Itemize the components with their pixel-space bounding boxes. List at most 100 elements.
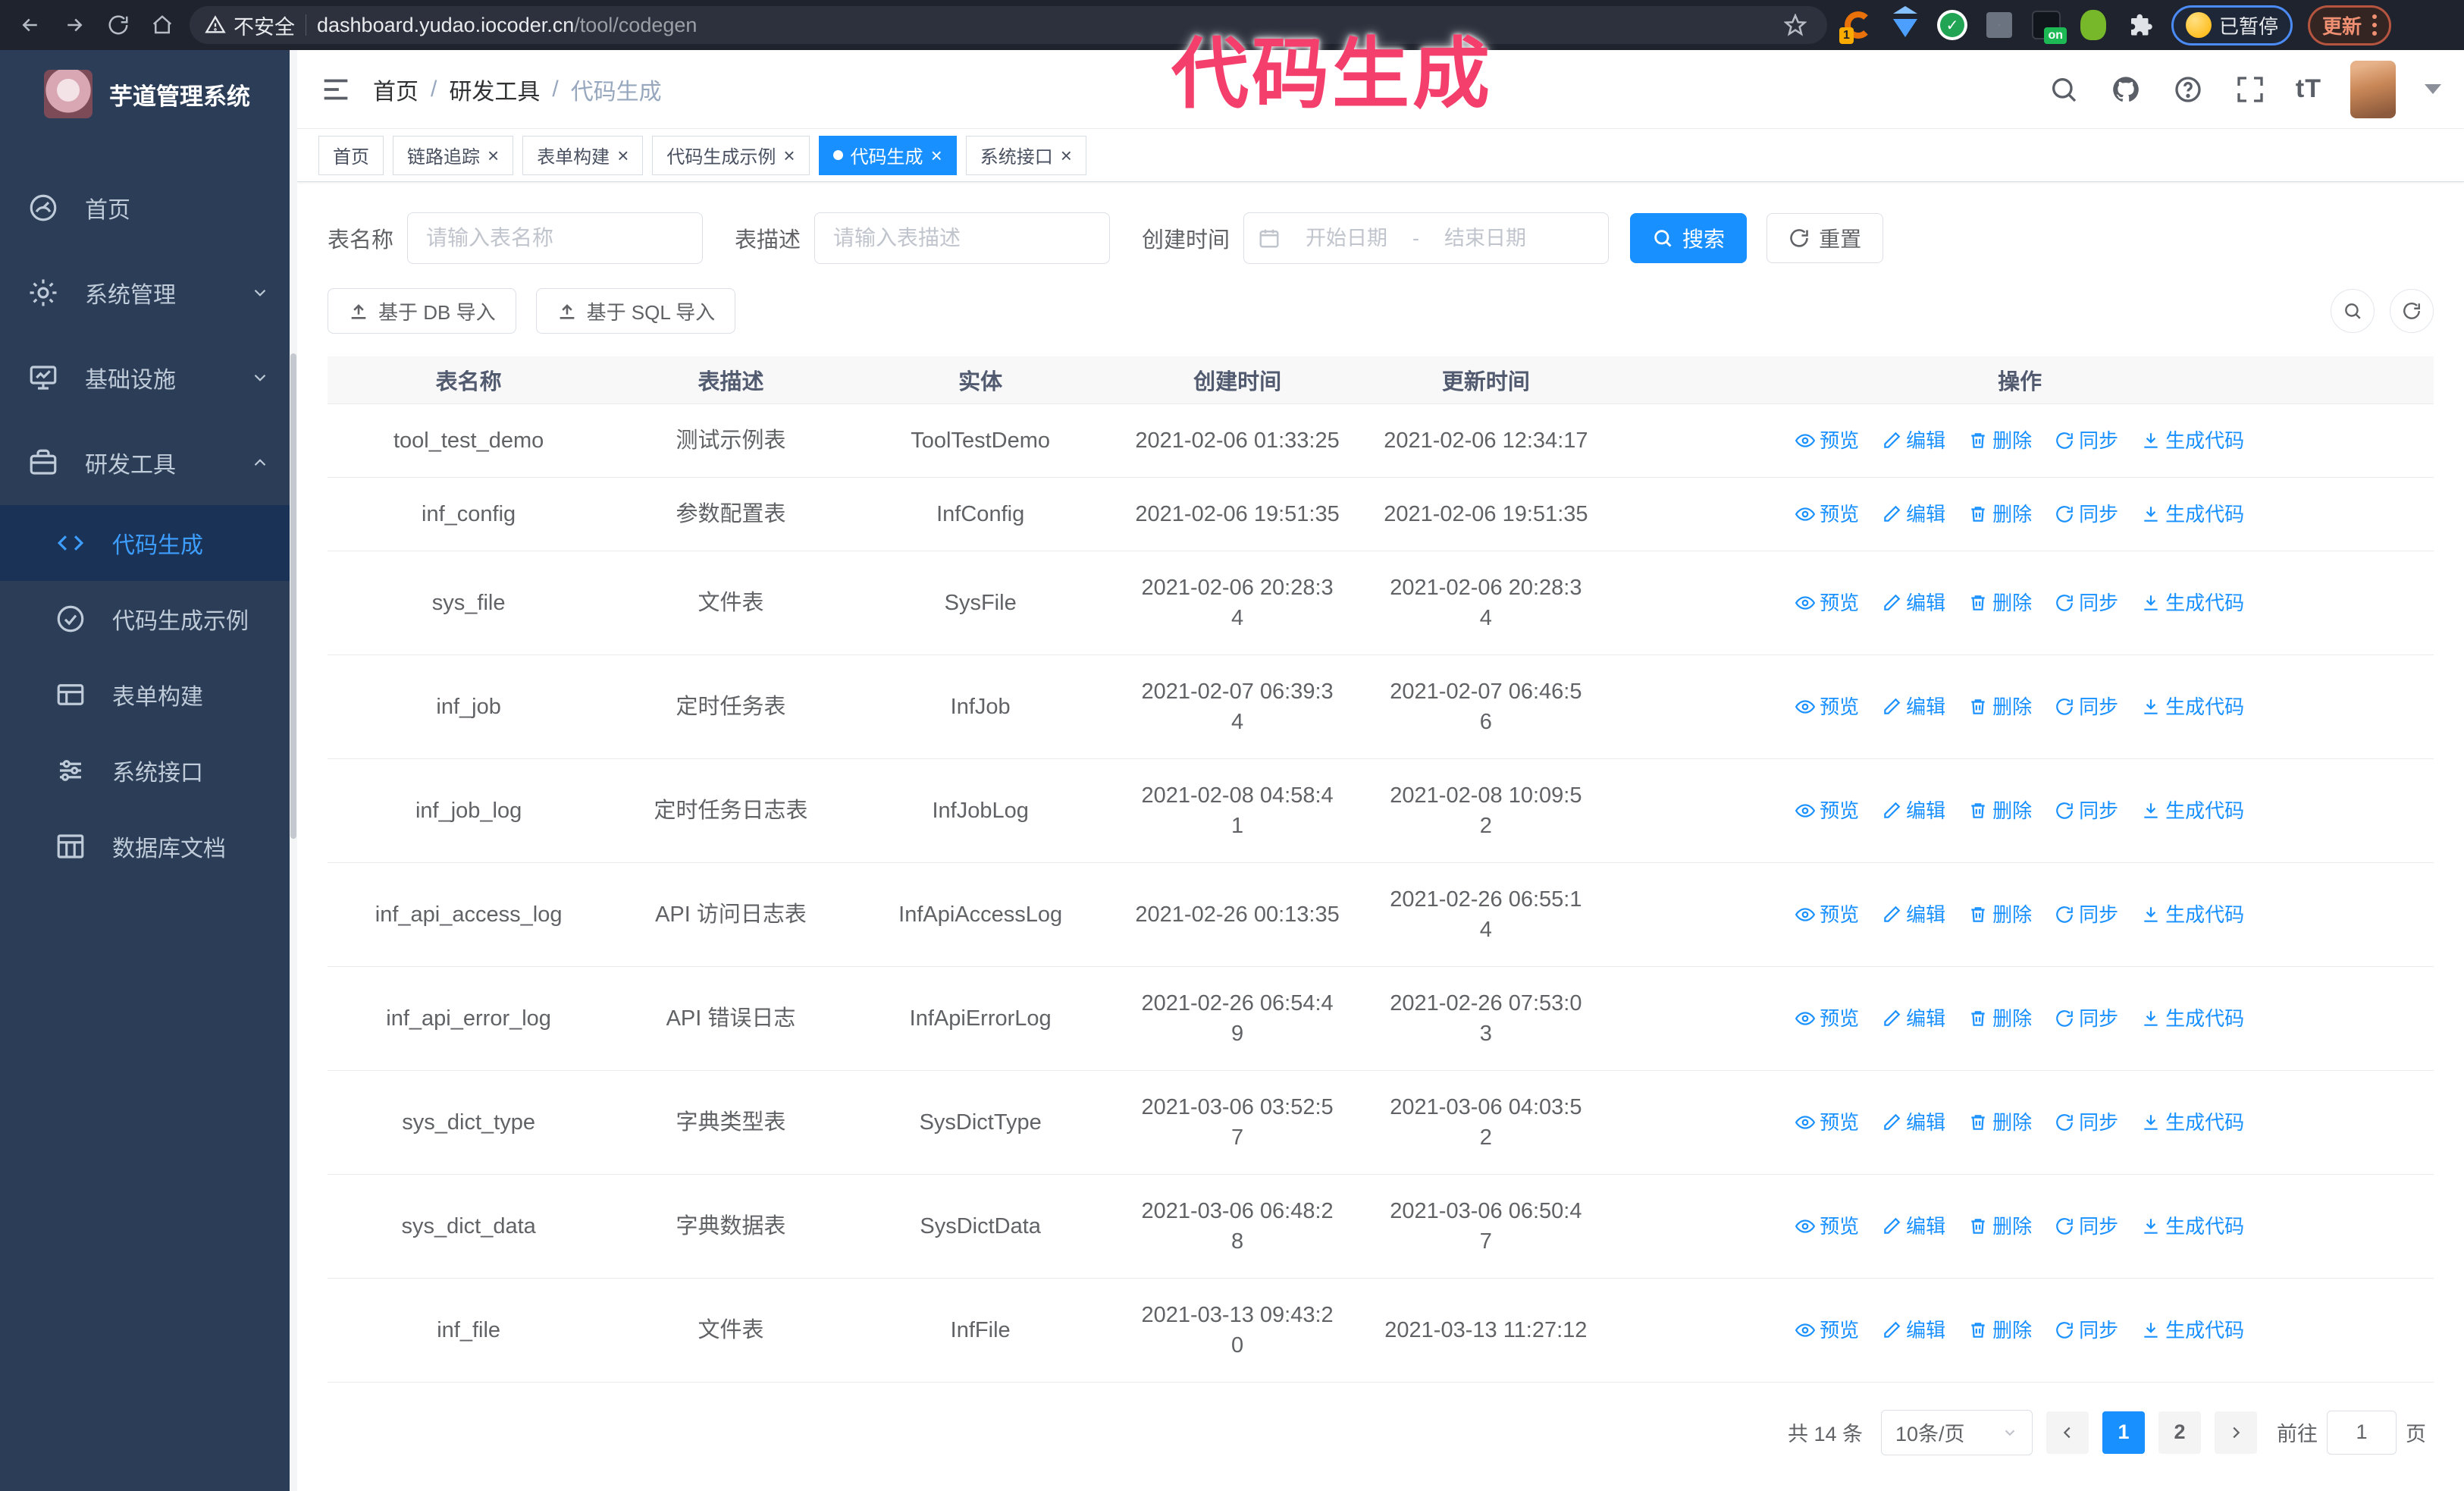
sidebar-item-codegen[interactable]: 代码生成 (0, 505, 297, 581)
edit-link[interactable]: 编辑 (1882, 1107, 1945, 1138)
refresh-table-button[interactable] (2390, 289, 2434, 333)
delete-link[interactable]: 删除 (1968, 1211, 2032, 1241)
breadcrumb-home[interactable]: 首页 (373, 73, 419, 106)
help-icon[interactable] (2171, 73, 2205, 106)
sidebar-item-db-doc[interactable]: 数据库文档 (0, 808, 297, 884)
user-avatar[interactable] (2350, 60, 2396, 118)
preview-link[interactable]: 预览 (1795, 588, 1859, 618)
extension-grid-icon[interactable] (1983, 9, 2015, 41)
sync-link[interactable]: 同步 (2055, 1003, 2118, 1034)
sync-link[interactable]: 同步 (2055, 1107, 2118, 1138)
page-1-button[interactable]: 1 (2102, 1411, 2145, 1454)
sidebar-item-system-api[interactable]: 系统接口 (0, 733, 297, 808)
sidebar-scrollbar-thumb[interactable] (290, 353, 296, 839)
sync-link[interactable]: 同步 (2055, 499, 2118, 529)
tab-codegen[interactable]: 代码生成 × (818, 135, 957, 175)
preview-link[interactable]: 预览 (1795, 425, 1859, 456)
close-icon[interactable]: × (783, 146, 795, 165)
sidebar-item-devtools[interactable]: 研发工具 (0, 420, 297, 505)
sidebar-scrollbar[interactable] (290, 50, 297, 1491)
import-sql-button[interactable]: 基于 SQL 导入 (535, 288, 736, 334)
bookmark-star-icon[interactable] (1779, 8, 1812, 42)
sync-link[interactable]: 同步 (2055, 899, 2118, 930)
delete-link[interactable]: 删除 (1968, 899, 2032, 930)
sync-link[interactable]: 同步 (2055, 588, 2118, 618)
preview-link[interactable]: 预览 (1795, 1211, 1859, 1241)
close-icon[interactable]: × (487, 146, 499, 165)
sidebar-logo-row[interactable]: 芋道管理系统 (0, 50, 297, 138)
sync-link[interactable]: 同步 (2055, 796, 2118, 826)
date-range-picker[interactable]: - (1243, 212, 1610, 264)
kebab-menu-icon[interactable] (2372, 14, 2378, 36)
delete-link[interactable]: 删除 (1968, 1003, 2032, 1034)
start-date-input[interactable] (1290, 226, 1404, 250)
sidebar-item-system[interactable]: 系统管理 (0, 250, 297, 335)
edit-link[interactable]: 编辑 (1882, 796, 1945, 826)
generate-code-link[interactable]: 生成代码 (2141, 425, 2244, 456)
extensions-puzzle-icon[interactable] (2124, 9, 2156, 41)
sidebar-item-codegen-demo[interactable]: 代码生成示例 (0, 581, 297, 657)
edit-link[interactable]: 编辑 (1882, 425, 1945, 456)
generate-code-link[interactable]: 生成代码 (2141, 1107, 2244, 1138)
reload-icon[interactable] (102, 8, 135, 42)
sync-link[interactable]: 同步 (2055, 692, 2118, 722)
search-icon[interactable] (2047, 73, 2080, 106)
generate-code-link[interactable]: 生成代码 (2141, 499, 2244, 529)
generate-code-link[interactable]: 生成代码 (2141, 899, 2244, 930)
tab-form-builder[interactable]: 表单构建 × (522, 135, 644, 175)
import-db-button[interactable]: 基于 DB 导入 (328, 288, 516, 334)
table-desc-input[interactable] (814, 212, 1111, 264)
search-button[interactable]: 搜索 (1630, 213, 1748, 263)
extension-dark-icon[interactable]: on (2030, 9, 2067, 44)
tab-home[interactable]: 首页 (318, 135, 384, 175)
preview-link[interactable]: 预览 (1795, 692, 1859, 722)
delete-link[interactable]: 删除 (1968, 588, 2032, 618)
generate-code-link[interactable]: 生成代码 (2141, 692, 2244, 722)
preview-link[interactable]: 预览 (1795, 1003, 1859, 1034)
tab-tracing[interactable]: 链路追踪 × (393, 135, 514, 175)
home-icon[interactable] (146, 8, 179, 42)
edit-link[interactable]: 编辑 (1882, 499, 1945, 529)
delete-link[interactable]: 删除 (1968, 1315, 2032, 1345)
goto-page-input[interactable] (2327, 1410, 2397, 1455)
security-indicator[interactable]: 不安全 (205, 11, 295, 40)
hamburger-icon[interactable] (318, 72, 353, 107)
generate-code-link[interactable]: 生成代码 (2141, 588, 2244, 618)
edit-link[interactable]: 编辑 (1882, 899, 1945, 930)
breadcrumb-devtools[interactable]: 研发工具 (449, 73, 540, 106)
sidebar-item-form-builder[interactable]: 表单构建 (0, 657, 297, 733)
preview-link[interactable]: 预览 (1795, 1107, 1859, 1138)
delete-link[interactable]: 删除 (1968, 796, 2032, 826)
prev-page-button[interactable] (2046, 1411, 2089, 1454)
page-size-select[interactable]: 10条/页 (1881, 1409, 2033, 1455)
delete-link[interactable]: 删除 (1968, 499, 2032, 529)
avatar-caret-icon[interactable] (2425, 84, 2441, 94)
extension-gem-icon[interactable] (1889, 9, 1921, 41)
extension-orange-icon[interactable]: 1 (1839, 9, 1874, 44)
close-icon[interactable]: × (617, 146, 629, 165)
font-size-icon[interactable]: tT (2296, 74, 2321, 104)
delete-link[interactable]: 删除 (1968, 692, 2032, 722)
edit-link[interactable]: 编辑 (1882, 1315, 1945, 1345)
update-chip[interactable]: 更新 (2308, 5, 2392, 46)
reset-button[interactable]: 重置 (1766, 213, 1884, 263)
preview-link[interactable]: 预览 (1795, 1315, 1859, 1345)
preview-link[interactable]: 预览 (1795, 499, 1859, 529)
edit-link[interactable]: 编辑 (1882, 1003, 1945, 1034)
edit-link[interactable]: 编辑 (1882, 692, 1945, 722)
edit-link[interactable]: 编辑 (1882, 1211, 1945, 1241)
toggle-search-button[interactable] (2331, 289, 2375, 333)
generate-code-link[interactable]: 生成代码 (2141, 1315, 2244, 1345)
delete-link[interactable]: 删除 (1968, 1107, 2032, 1138)
sidebar-item-infra[interactable]: 基础设施 (0, 335, 297, 420)
address-bar[interactable]: 不安全 dashboard.yudao.iocoder.cn/tool/code… (190, 6, 1827, 44)
generate-code-link[interactable]: 生成代码 (2141, 1211, 2244, 1241)
back-icon[interactable] (14, 8, 47, 42)
sync-link[interactable]: 同步 (2055, 425, 2118, 456)
table-name-input[interactable] (407, 212, 704, 264)
extension-green-icon[interactable] (2077, 9, 2109, 41)
page-2-button[interactable]: 2 (2158, 1411, 2201, 1454)
generate-code-link[interactable]: 生成代码 (2141, 1003, 2244, 1034)
next-page-button[interactable] (2215, 1411, 2257, 1454)
sync-link[interactable]: 同步 (2055, 1211, 2118, 1241)
